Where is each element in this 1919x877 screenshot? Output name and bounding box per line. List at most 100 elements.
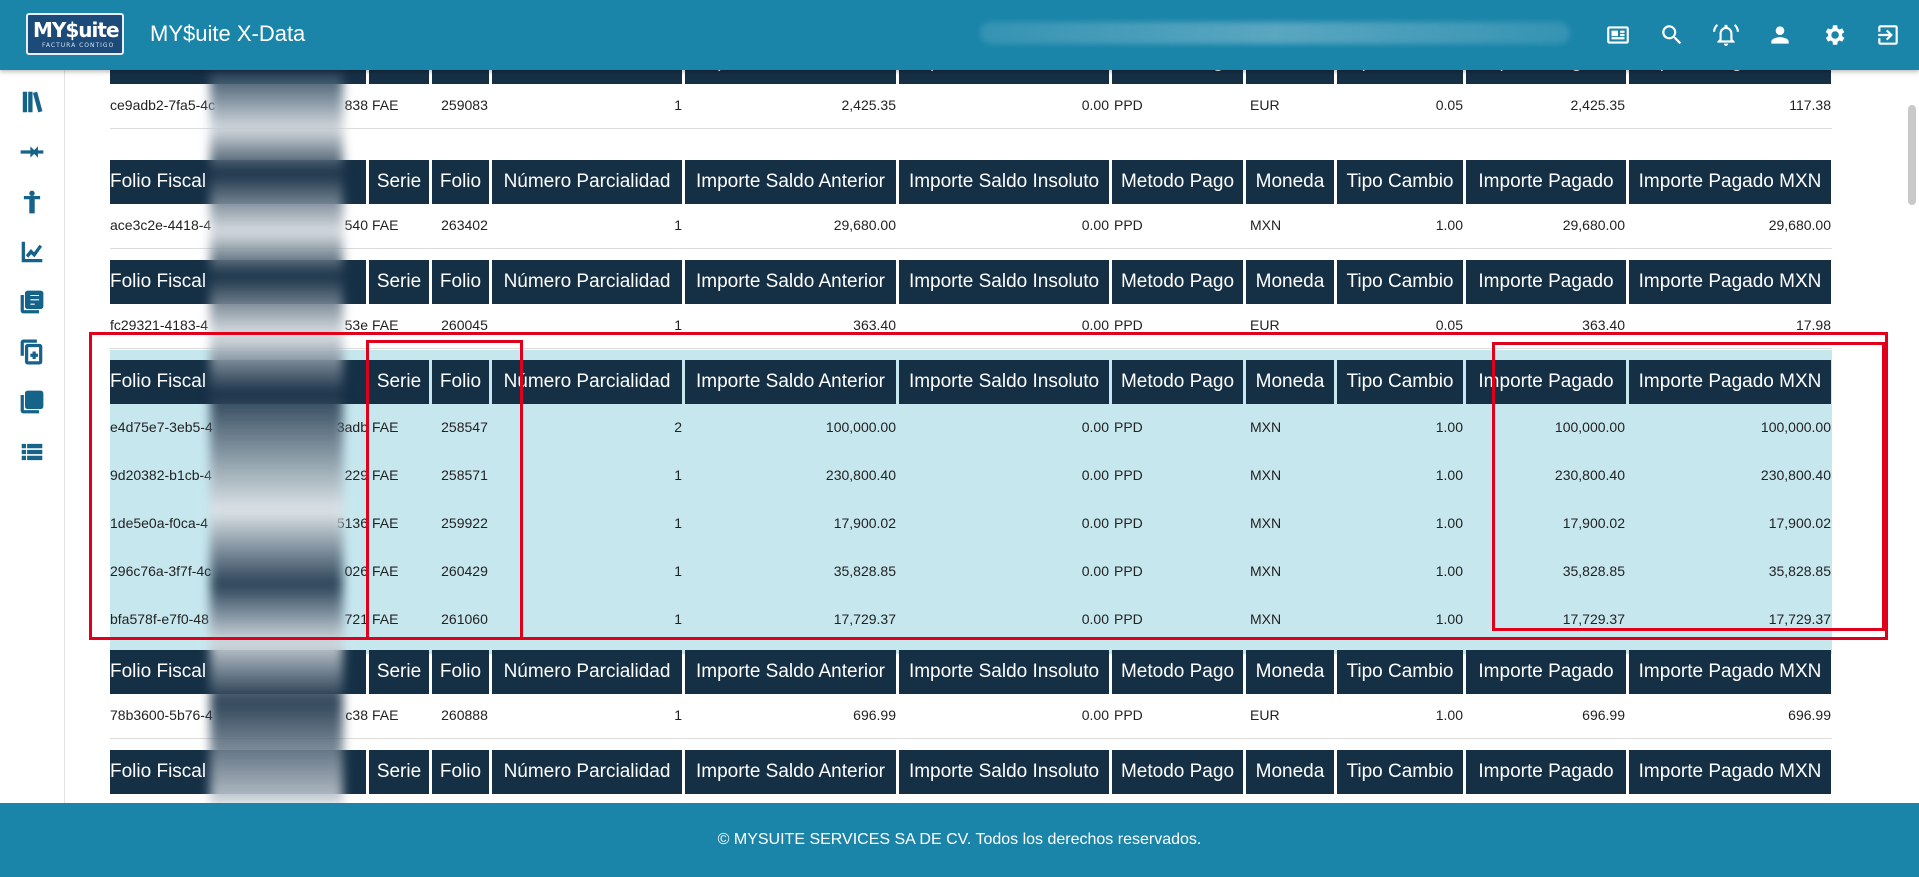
- user-icon[interactable]: [1765, 20, 1795, 50]
- importe-pagado-mxn-cell: 17.98: [1795, 317, 1831, 333]
- column-header[interactable]: Importe Pagado MXN: [1629, 260, 1831, 304]
- column-header[interactable]: Tipo Cambio: [1337, 70, 1463, 84]
- column-header[interactable]: Folio: [432, 160, 489, 204]
- library-icon[interactable]: [17, 87, 47, 117]
- tipo-cambio-cell: 0.05: [1435, 97, 1463, 113]
- column-header[interactable]: Número Parcialidad: [492, 750, 682, 794]
- main-content[interactable]: Folio FiscalSerieFolioNúmero Parcialidad…: [65, 70, 1919, 803]
- column-header[interactable]: Serie: [369, 70, 429, 84]
- table-row[interactable]: 78b3600-5b76-4 c38 FAE 260888 1 696.99 0.00 PPD…: [110, 700, 1832, 730]
- column-header[interactable]: Tipo Cambio: [1337, 360, 1463, 404]
- saldo-insoluto-cell: 0.00: [1081, 611, 1109, 627]
- column-header[interactable]: Metodo Pago: [1112, 360, 1243, 404]
- column-header[interactable]: Número Parcialidad: [492, 360, 682, 404]
- column-header[interactable]: Serie: [369, 360, 429, 404]
- column-header[interactable]: Moneda: [1246, 260, 1334, 304]
- column-header[interactable]: Importe Saldo Insoluto: [899, 70, 1109, 84]
- table-row[interactable]: ace3c2e-4418-4 540 FAE 263402 1 29,680.00 0.00…: [110, 210, 1832, 240]
- column-header[interactable]: Moneda: [1246, 70, 1334, 84]
- column-header[interactable]: Folio: [432, 70, 489, 84]
- column-header[interactable]: Importe Pagado MXN: [1629, 70, 1831, 84]
- column-header[interactable]: Serie: [369, 650, 429, 694]
- column-header[interactable]: Serie: [369, 160, 429, 204]
- person-icon[interactable]: [17, 187, 47, 217]
- column-header[interactable]: Moneda: [1246, 160, 1334, 204]
- mysuite-logo[interactable]: MY$uite FACTURA CONTIGO: [26, 13, 124, 55]
- column-header[interactable]: Importe Saldo Anterior: [685, 260, 896, 304]
- chart-line-icon[interactable]: [17, 237, 47, 267]
- table-row[interactable]: ce9adb2-7fa5-4c 838 FAE 259083 1 2,425.35 0.00…: [110, 90, 1832, 120]
- column-header[interactable]: Importe Pagado: [1466, 360, 1626, 404]
- table-row[interactable]: fc29321-4183-4 53e FAE 260045 1 363.40 0.00 PPD…: [110, 310, 1832, 340]
- column-header[interactable]: Importe Saldo Anterior: [685, 160, 896, 204]
- logout-icon[interactable]: [1873, 20, 1903, 50]
- column-header[interactable]: Importe Saldo Insoluto: [899, 360, 1109, 404]
- column-header[interactable]: Serie: [369, 750, 429, 794]
- column-header[interactable]: Importe Saldo Insoluto: [899, 260, 1109, 304]
- importe-pagado-cell: 2,425.35: [1570, 97, 1626, 113]
- alarm-icon[interactable]: [1711, 20, 1741, 50]
- column-header[interactable]: Importe Pagado: [1466, 750, 1626, 794]
- column-header[interactable]: Metodo Pago: [1112, 160, 1243, 204]
- list-icon[interactable]: [17, 437, 47, 467]
- column-header[interactable]: Tipo Cambio: [1337, 160, 1463, 204]
- gear-icon[interactable]: [1819, 20, 1849, 50]
- column-header[interactable]: Tipo Cambio: [1337, 260, 1463, 304]
- copy-icon[interactable]: [17, 337, 47, 367]
- vertical-scrollbar[interactable]: [1908, 105, 1916, 205]
- column-header[interactable]: Folio: [432, 650, 489, 694]
- table-row[interactable]: 1de5e0a-f0ca-4 5136 FAE 259922 1 17,900.02 0.0…: [110, 508, 1832, 538]
- table-row[interactable]: 296c76a-3f7f-4c 026 FAE 260429 1 35,828.85 0.0…: [110, 556, 1832, 586]
- column-header[interactable]: Importe Pagado MXN: [1629, 160, 1831, 204]
- column-header[interactable]: Moneda: [1246, 360, 1334, 404]
- column-header[interactable]: Importe Pagado: [1466, 260, 1626, 304]
- table-row[interactable]: 9d20382-b1cb-4 229 FAE 258571 1 230,800.40 0.0…: [110, 460, 1832, 490]
- column-header[interactable]: Importe Pagado MXN: [1629, 650, 1831, 694]
- column-header[interactable]: Número Parcialidad: [492, 650, 682, 694]
- column-header[interactable]: Número Parcialidad: [492, 70, 682, 84]
- column-header[interactable]: Metodo Pago: [1112, 650, 1243, 694]
- column-header[interactable]: Importe Saldo Anterior: [685, 650, 896, 694]
- column-header[interactable]: Importe Saldo Insoluto: [899, 650, 1109, 694]
- news-icon[interactable]: [1603, 20, 1633, 50]
- column-header[interactable]: Importe Pagado MXN: [1629, 750, 1831, 794]
- layers-icon[interactable]: [17, 387, 47, 417]
- table-row[interactable]: e4d75e7-3eb5-4 3adb FAE 258547 2 100,000.00 0.…: [110, 412, 1832, 442]
- parcialidad-cell: 2: [674, 419, 682, 435]
- column-header[interactable]: Folio: [432, 260, 489, 304]
- importe-pagado-mxn-cell: 35,828.85: [1768, 563, 1831, 579]
- column-header[interactable]: Folio: [432, 360, 489, 404]
- folio-cell: 260429: [441, 563, 488, 579]
- column-header[interactable]: Folio: [432, 750, 489, 794]
- compare-arrows-icon[interactable]: [17, 137, 47, 167]
- column-header[interactable]: Importe Saldo Insoluto: [899, 750, 1109, 794]
- parcialidad-cell: 1: [674, 467, 682, 483]
- column-header[interactable]: Serie: [369, 260, 429, 304]
- table-row[interactable]: bfa578f-e7f0-48 721 FAE 261060 1 17,729.37 0.0…: [110, 604, 1832, 634]
- column-header[interactable]: Moneda: [1246, 650, 1334, 694]
- column-header[interactable]: Importe Saldo Anterior: [685, 360, 896, 404]
- importe-pagado-cell: 17,900.02: [1562, 515, 1625, 531]
- search-icon[interactable]: [1657, 20, 1687, 50]
- document-list-icon[interactable]: [17, 287, 47, 317]
- folio-cell: 261060: [441, 611, 488, 627]
- column-header[interactable]: Tipo Cambio: [1337, 750, 1463, 794]
- group-divider: [110, 248, 1832, 249]
- blurred-uuid-column: [210, 70, 343, 805]
- column-header[interactable]: Importe Pagado: [1466, 160, 1626, 204]
- column-header[interactable]: Importe Pagado: [1466, 650, 1626, 694]
- column-header[interactable]: Metodo Pago: [1112, 750, 1243, 794]
- column-header[interactable]: Moneda: [1246, 750, 1334, 794]
- column-header[interactable]: Importe Saldo Anterior: [685, 750, 896, 794]
- tipo-cambio-cell: 1.00: [1435, 707, 1463, 723]
- column-header[interactable]: Metodo Pago: [1112, 70, 1243, 84]
- column-header[interactable]: Número Parcialidad: [492, 260, 682, 304]
- column-header[interactable]: Metodo Pago: [1112, 260, 1243, 304]
- column-header[interactable]: Importe Saldo Insoluto: [899, 160, 1109, 204]
- column-header[interactable]: Número Parcialidad: [492, 160, 682, 204]
- column-header[interactable]: Importe Pagado: [1466, 70, 1626, 84]
- column-header[interactable]: Importe Saldo Anterior: [685, 70, 896, 84]
- column-header[interactable]: Tipo Cambio: [1337, 650, 1463, 694]
- serie-cell: FAE: [372, 419, 399, 435]
- column-header[interactable]: Importe Pagado MXN: [1629, 360, 1831, 404]
